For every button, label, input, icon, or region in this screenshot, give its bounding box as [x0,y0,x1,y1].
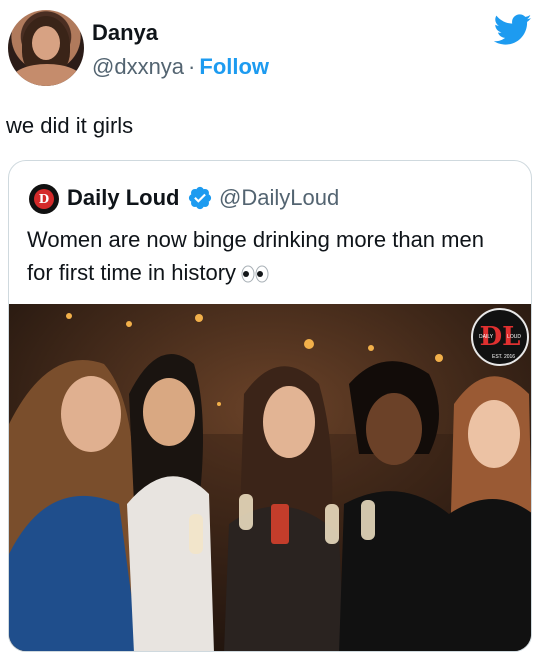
twitter-bird-icon[interactable] [494,14,532,46]
watermark-right-text: LOUD [507,334,521,340]
watermark-est-text: EST. 2016 [492,354,516,360]
embedded-tweet: Danya @dxxnya · Follow we did it girls D D… [0,0,540,661]
quoted-tweet-card[interactable]: D Daily Loud @DailyLoud Women are now bi… [8,160,532,652]
verified-badge-icon [188,186,212,210]
quoted-author-name[interactable]: Daily Loud [67,185,179,211]
author-display-name[interactable]: Danya [92,20,158,46]
quoted-tweet-text: Women are now binge drinking more than m… [27,223,507,289]
eyes-icon [241,265,269,283]
women-toasting-photo[interactable] [9,304,532,652]
separator-dot: · [188,54,196,79]
daily-loud-logo: D [34,189,54,209]
daily-loud-watermark: DAILY DL LOUD EST. 2016 [471,308,529,366]
author-handle-row: @dxxnya · Follow [92,54,269,80]
quoted-author-avatar[interactable]: D [29,184,59,214]
watermark-left-text: DAILY [479,334,494,340]
author-handle[interactable]: @dxxnya [92,54,184,79]
quoted-author-handle[interactable]: @DailyLoud [219,185,339,211]
follow-link[interactable]: Follow [199,54,269,79]
author-avatar[interactable] [8,10,84,86]
tweet-text: we did it girls [6,113,134,138]
